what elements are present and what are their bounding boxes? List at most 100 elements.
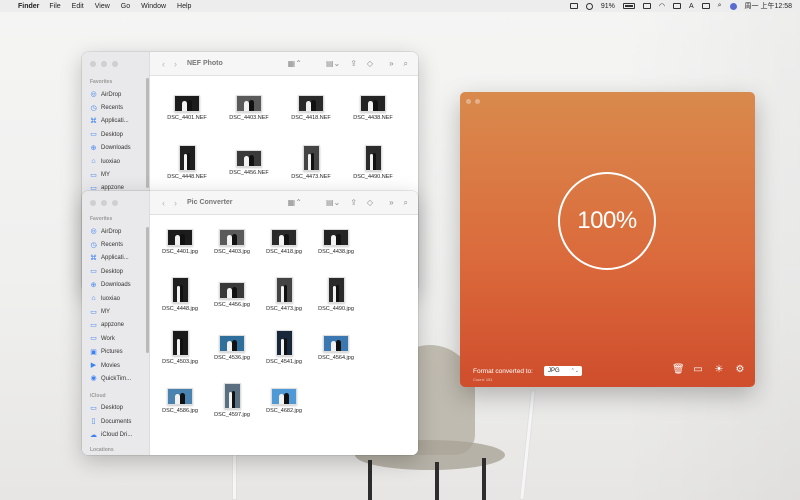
file-item[interactable]: DSC_4418.NEF [281, 94, 341, 121]
file-item[interactable]: DSC_4456.NEF [219, 149, 279, 176]
sidebar-item[interactable]: ▭ appzone [82, 319, 150, 332]
clock[interactable]: 周一 上午12:58 [745, 1, 792, 11]
sidebar-section-icloud: iCloud [90, 392, 106, 399]
minimize-button[interactable] [101, 200, 107, 206]
menu-go[interactable]: Go [121, 3, 130, 10]
gear-icon[interactable]: ⚙︎ [735, 364, 745, 376]
sidebar-item[interactable]: ▭ MY [82, 168, 150, 181]
app-menu[interactable]: Finder [18, 3, 39, 10]
sidebar-item[interactable]: ⊕ Downloads [82, 142, 150, 155]
file-item[interactable]: DSC_4564.jpg [306, 334, 366, 361]
battery-icon[interactable] [622, 3, 635, 9]
sidebar-item[interactable]: ⌂ luoxiao [82, 155, 150, 168]
search-icon[interactable]: ⌕ [404, 198, 408, 208]
file-item[interactable]: DSC_4490.NEF [343, 145, 403, 180]
folder-icon[interactable]: ▭ [693, 364, 703, 376]
sidebar-scrollbar[interactable] [146, 227, 149, 353]
back-icon[interactable]: ‹ [162, 198, 165, 208]
sidebar-item[interactable]: ▭ MY [82, 305, 150, 318]
file-item[interactable]: DSC_4503.jpg [150, 330, 210, 365]
sidebar-item[interactable]: ◷ Recents [82, 101, 150, 114]
file-item[interactable]: DSC_4473.NEF [281, 145, 341, 180]
forward-icon[interactable]: › [174, 59, 177, 69]
file-thumbnail [171, 330, 189, 356]
file-item[interactable]: DSC_4403.NEF [219, 94, 279, 121]
status-app-icon[interactable] [569, 3, 578, 9]
file-item[interactable]: DSC_4586.jpg [150, 387, 210, 414]
file-item[interactable]: DSC_4438.NEF [343, 94, 403, 121]
menu-help[interactable]: Help [177, 3, 191, 10]
tag-icon[interactable]: ◇ [367, 59, 373, 68]
menu-window[interactable]: Window [141, 3, 166, 10]
sidebar-item[interactable]: ▯ Documents [82, 415, 150, 428]
file-name: DSC_4401.NEF [167, 114, 207, 121]
file-item[interactable]: DSC_4401.NEF [157, 94, 217, 121]
input-method-icon[interactable]: A [689, 3, 694, 10]
sidebar-item[interactable]: ⌘ Applicati... [82, 115, 150, 128]
minimize-button[interactable] [475, 99, 480, 104]
file-item[interactable]: DSC_4536.jpg [202, 334, 262, 361]
sidebar-item[interactable]: ◉ QuickTim... [82, 372, 150, 385]
siri-icon[interactable] [729, 2, 737, 10]
sidebar-item[interactable]: ◎ AirDrop [82, 225, 150, 238]
file-item[interactable]: DSC_4597.jpg [202, 383, 262, 418]
sidebar-item[interactable]: ▣ Pictures [82, 346, 150, 359]
more-icon[interactable]: » [389, 198, 393, 207]
sidebar-item[interactable]: ⌘ Applicati... [82, 252, 150, 265]
sidebar-item[interactable]: ⌂ luoxiao [82, 292, 150, 305]
file-item[interactable]: DSC_4541.jpg [254, 330, 314, 365]
sidebar-item[interactable]: ▶ Movies [82, 359, 150, 372]
share-icon[interactable]: ⇪ [350, 59, 357, 68]
file-item[interactable]: DSC_4473.jpg [254, 277, 314, 312]
view-grid-icon[interactable]: ▦⌃ [288, 198, 302, 207]
back-icon[interactable]: ‹ [162, 59, 165, 69]
menu-view[interactable]: View [95, 3, 110, 10]
format-select[interactable]: JPG ⌃⌄ [544, 366, 582, 376]
control-center-icon[interactable] [701, 3, 710, 9]
close-button[interactable] [90, 61, 96, 67]
sidebar-item[interactable]: ▭ Desktop [82, 402, 150, 415]
minimize-button[interactable] [101, 61, 107, 67]
chevron-updown-icon: ⌃⌄ [570, 368, 579, 374]
file-item[interactable]: DSC_4401.jpg [150, 228, 210, 255]
trash-icon[interactable]: 🗑︎ [672, 364, 685, 376]
sidebar-item[interactable]: ▭ Desktop [82, 265, 150, 278]
search-icon[interactable]: ⌕ [404, 59, 408, 69]
file-item[interactable]: DSC_4438.jpg [306, 228, 366, 255]
wifi-icon[interactable]: ◠ [659, 2, 665, 10]
close-button[interactable] [90, 200, 96, 206]
sidebar-item[interactable]: ◎ AirDrop [82, 88, 150, 101]
close-button[interactable] [466, 99, 471, 104]
file-name: DSC_4418.jpg [266, 248, 302, 255]
file-item[interactable]: DSC_4418.jpg [254, 228, 314, 255]
search-icon[interactable]: ⌕ [718, 2, 722, 10]
sidebar-item[interactable]: ▭ Work [82, 332, 150, 345]
sidebar-item[interactable]: ▭ Desktop [82, 128, 150, 141]
menu-file[interactable]: File [49, 3, 60, 10]
file-item[interactable]: DSC_4448.jpg [150, 277, 210, 312]
group-icon[interactable]: ▤⌄ [326, 59, 340, 68]
menu-edit[interactable]: Edit [72, 3, 84, 10]
zoom-button[interactable] [112, 200, 118, 206]
sidebar-item[interactable]: ☁ iCloud Dri... [82, 428, 150, 441]
file-item[interactable]: DSC_4456.jpg [202, 281, 262, 308]
airplay-icon[interactable] [672, 3, 681, 9]
more-icon[interactable]: » [389, 59, 393, 68]
file-item[interactable]: DSC_4682.jpg [254, 387, 314, 414]
tag-icon[interactable]: ◇ [367, 198, 373, 207]
forward-icon[interactable]: › [174, 198, 177, 208]
share-icon[interactable]: ⇪ [350, 198, 357, 207]
group-icon[interactable]: ▤⌄ [326, 198, 340, 207]
sidebar-item[interactable]: ⊕ Downloads [82, 279, 150, 292]
file-item[interactable]: DSC_4448.NEF [157, 145, 217, 180]
keyboard-icon[interactable] [642, 3, 651, 9]
view-grid-icon[interactable]: ▦⌃ [288, 59, 302, 68]
file-item[interactable]: DSC_4403.jpg [202, 228, 262, 255]
lightbulb-icon[interactable]: ☀︎ [714, 364, 724, 376]
file-name: DSC_4448.NEF [167, 174, 207, 180]
sidebar-scrollbar[interactable] [146, 78, 149, 188]
zoom-button[interactable] [112, 61, 118, 67]
status-ring-icon[interactable] [585, 2, 593, 10]
file-item[interactable]: DSC_4490.jpg [306, 277, 366, 312]
sidebar-item[interactable]: ◷ Recents [82, 238, 150, 251]
